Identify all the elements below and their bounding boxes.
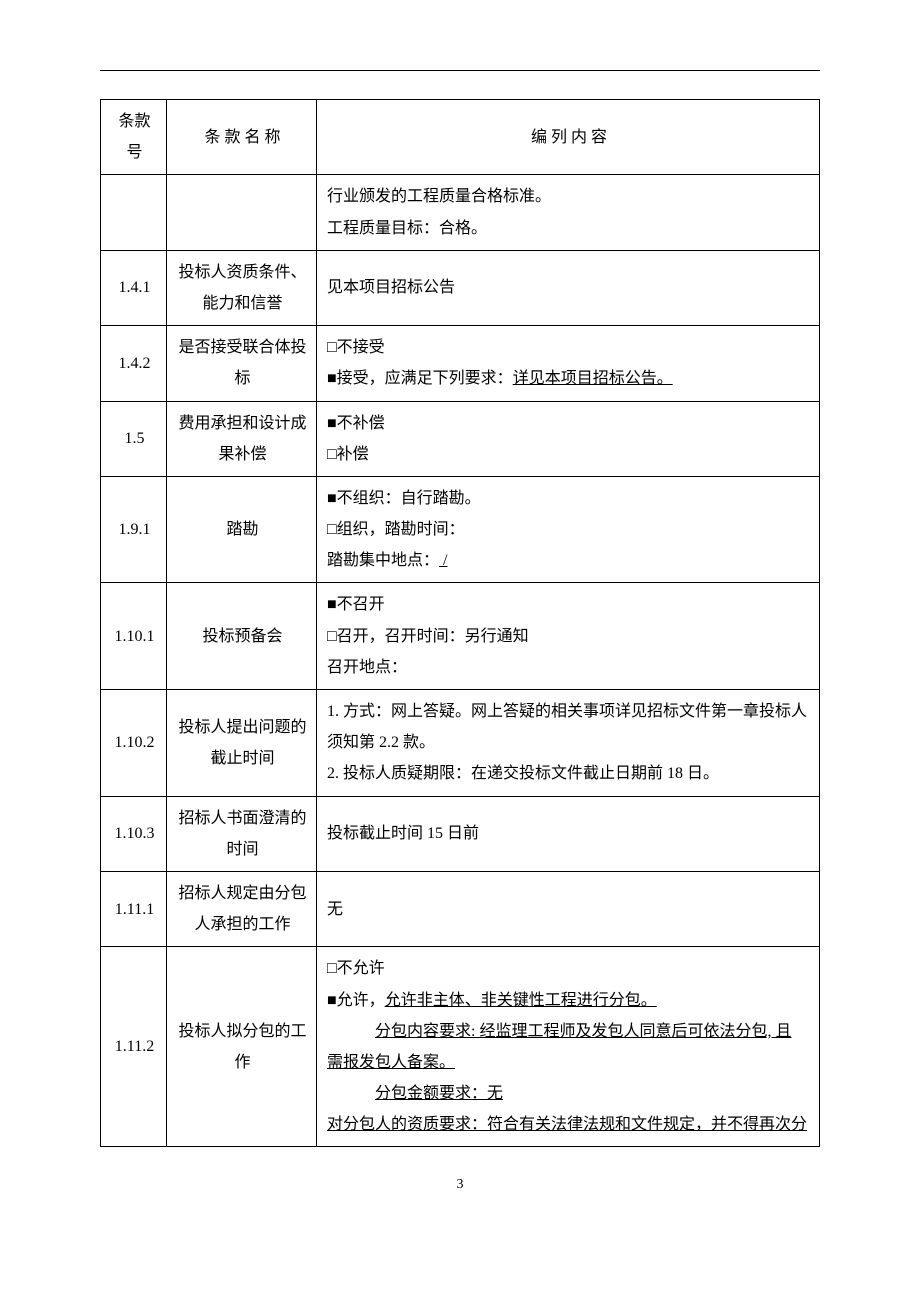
table-row: 1.10.3招标人书面澄清的时间投标截止时间 15 日前 (101, 796, 820, 871)
clause-content-cell: 见本项目招标公告 (317, 250, 820, 325)
header-clause-no: 条款号 (101, 100, 167, 175)
clause-no-cell: 1.10.1 (101, 583, 167, 690)
clause-content-cell: 行业颁发的工程质量合格标准。工程质量目标：合格。 (317, 175, 820, 250)
clause-content-cell: 无 (317, 871, 820, 946)
clause-no-cell: 1.11.1 (101, 871, 167, 946)
page-number: 3 (100, 1177, 820, 1193)
clause-name-cell: 投标预备会 (167, 583, 317, 690)
clause-no-cell: 1.5 (101, 401, 167, 476)
table-row: 1.9.1踏勘■不组织：自行踏勘。□组织，踏勘时间：踏勘集中地点： / (101, 476, 820, 583)
table-row: 1.4.2是否接受联合体投标□不接受■接受，应满足下列要求：详见本项目招标公告。 (101, 326, 820, 401)
clause-name-cell: 是否接受联合体投标 (167, 326, 317, 401)
clause-name-cell: 费用承担和设计成果补偿 (167, 401, 317, 476)
table-row: 1.5费用承担和设计成果补偿■不补偿□补偿 (101, 401, 820, 476)
table-row: 行业颁发的工程质量合格标准。工程质量目标：合格。 (101, 175, 820, 250)
table-header-row: 条款号 条 款 名 称 编 列 内 容 (101, 100, 820, 175)
clause-name-cell: 投标人提出问题的截止时间 (167, 690, 317, 797)
clause-no-cell: 1.11.2 (101, 947, 167, 1147)
clause-name-cell: 招标人规定由分包人承担的工作 (167, 871, 317, 946)
clause-content-cell: □不允许■允许，允许非主体、非关键性工程进行分包。分包内容要求: 经监理工程师及… (317, 947, 820, 1147)
clause-content-cell: □不接受■接受，应满足下列要求：详见本项目招标公告。 (317, 326, 820, 401)
document-page: 条款号 条 款 名 称 编 列 内 容 行业颁发的工程质量合格标准。工程质量目标… (0, 0, 920, 1233)
clause-name-cell: 招标人书面澄清的时间 (167, 796, 317, 871)
clause-name-cell: 投标人资质条件、能力和信誉 (167, 250, 317, 325)
clause-no-cell: 1.4.1 (101, 250, 167, 325)
clause-no-cell: 1.9.1 (101, 476, 167, 583)
clause-content-cell: 投标截止时间 15 日前 (317, 796, 820, 871)
clause-content-cell: ■不补偿□补偿 (317, 401, 820, 476)
table-row: 1.11.2投标人拟分包的工作□不允许■允许，允许非主体、非关键性工程进行分包。… (101, 947, 820, 1147)
table-body: 行业颁发的工程质量合格标准。工程质量目标：合格。1.4.1投标人资质条件、能力和… (101, 175, 820, 1147)
clause-content-cell: ■不召开□召开，召开时间：另行通知召开地点： (317, 583, 820, 690)
clause-content-cell: ■不组织：自行踏勘。□组织，踏勘时间：踏勘集中地点： / (317, 476, 820, 583)
clause-name-cell (167, 175, 317, 250)
clause-name-cell: 投标人拟分包的工作 (167, 947, 317, 1147)
clause-no-cell: 1.4.2 (101, 326, 167, 401)
header-clause-name: 条 款 名 称 (167, 100, 317, 175)
table-row: 1.11.1招标人规定由分包人承担的工作无 (101, 871, 820, 946)
top-rule (100, 70, 820, 71)
clause-no-cell (101, 175, 167, 250)
clause-table: 条款号 条 款 名 称 编 列 内 容 行业颁发的工程质量合格标准。工程质量目标… (100, 99, 820, 1147)
table-row: 1.10.1投标预备会■不召开□召开，召开时间：另行通知召开地点： (101, 583, 820, 690)
clause-content-cell: 1. 方式：网上答疑。网上答疑的相关事项详见招标文件第一章投标人须知第 2.2 … (317, 690, 820, 797)
table-row: 1.4.1投标人资质条件、能力和信誉见本项目招标公告 (101, 250, 820, 325)
clause-name-cell: 踏勘 (167, 476, 317, 583)
header-content: 编 列 内 容 (317, 100, 820, 175)
clause-no-cell: 1.10.2 (101, 690, 167, 797)
table-row: 1.10.2投标人提出问题的截止时间1. 方式：网上答疑。网上答疑的相关事项详见… (101, 690, 820, 797)
clause-no-cell: 1.10.3 (101, 796, 167, 871)
